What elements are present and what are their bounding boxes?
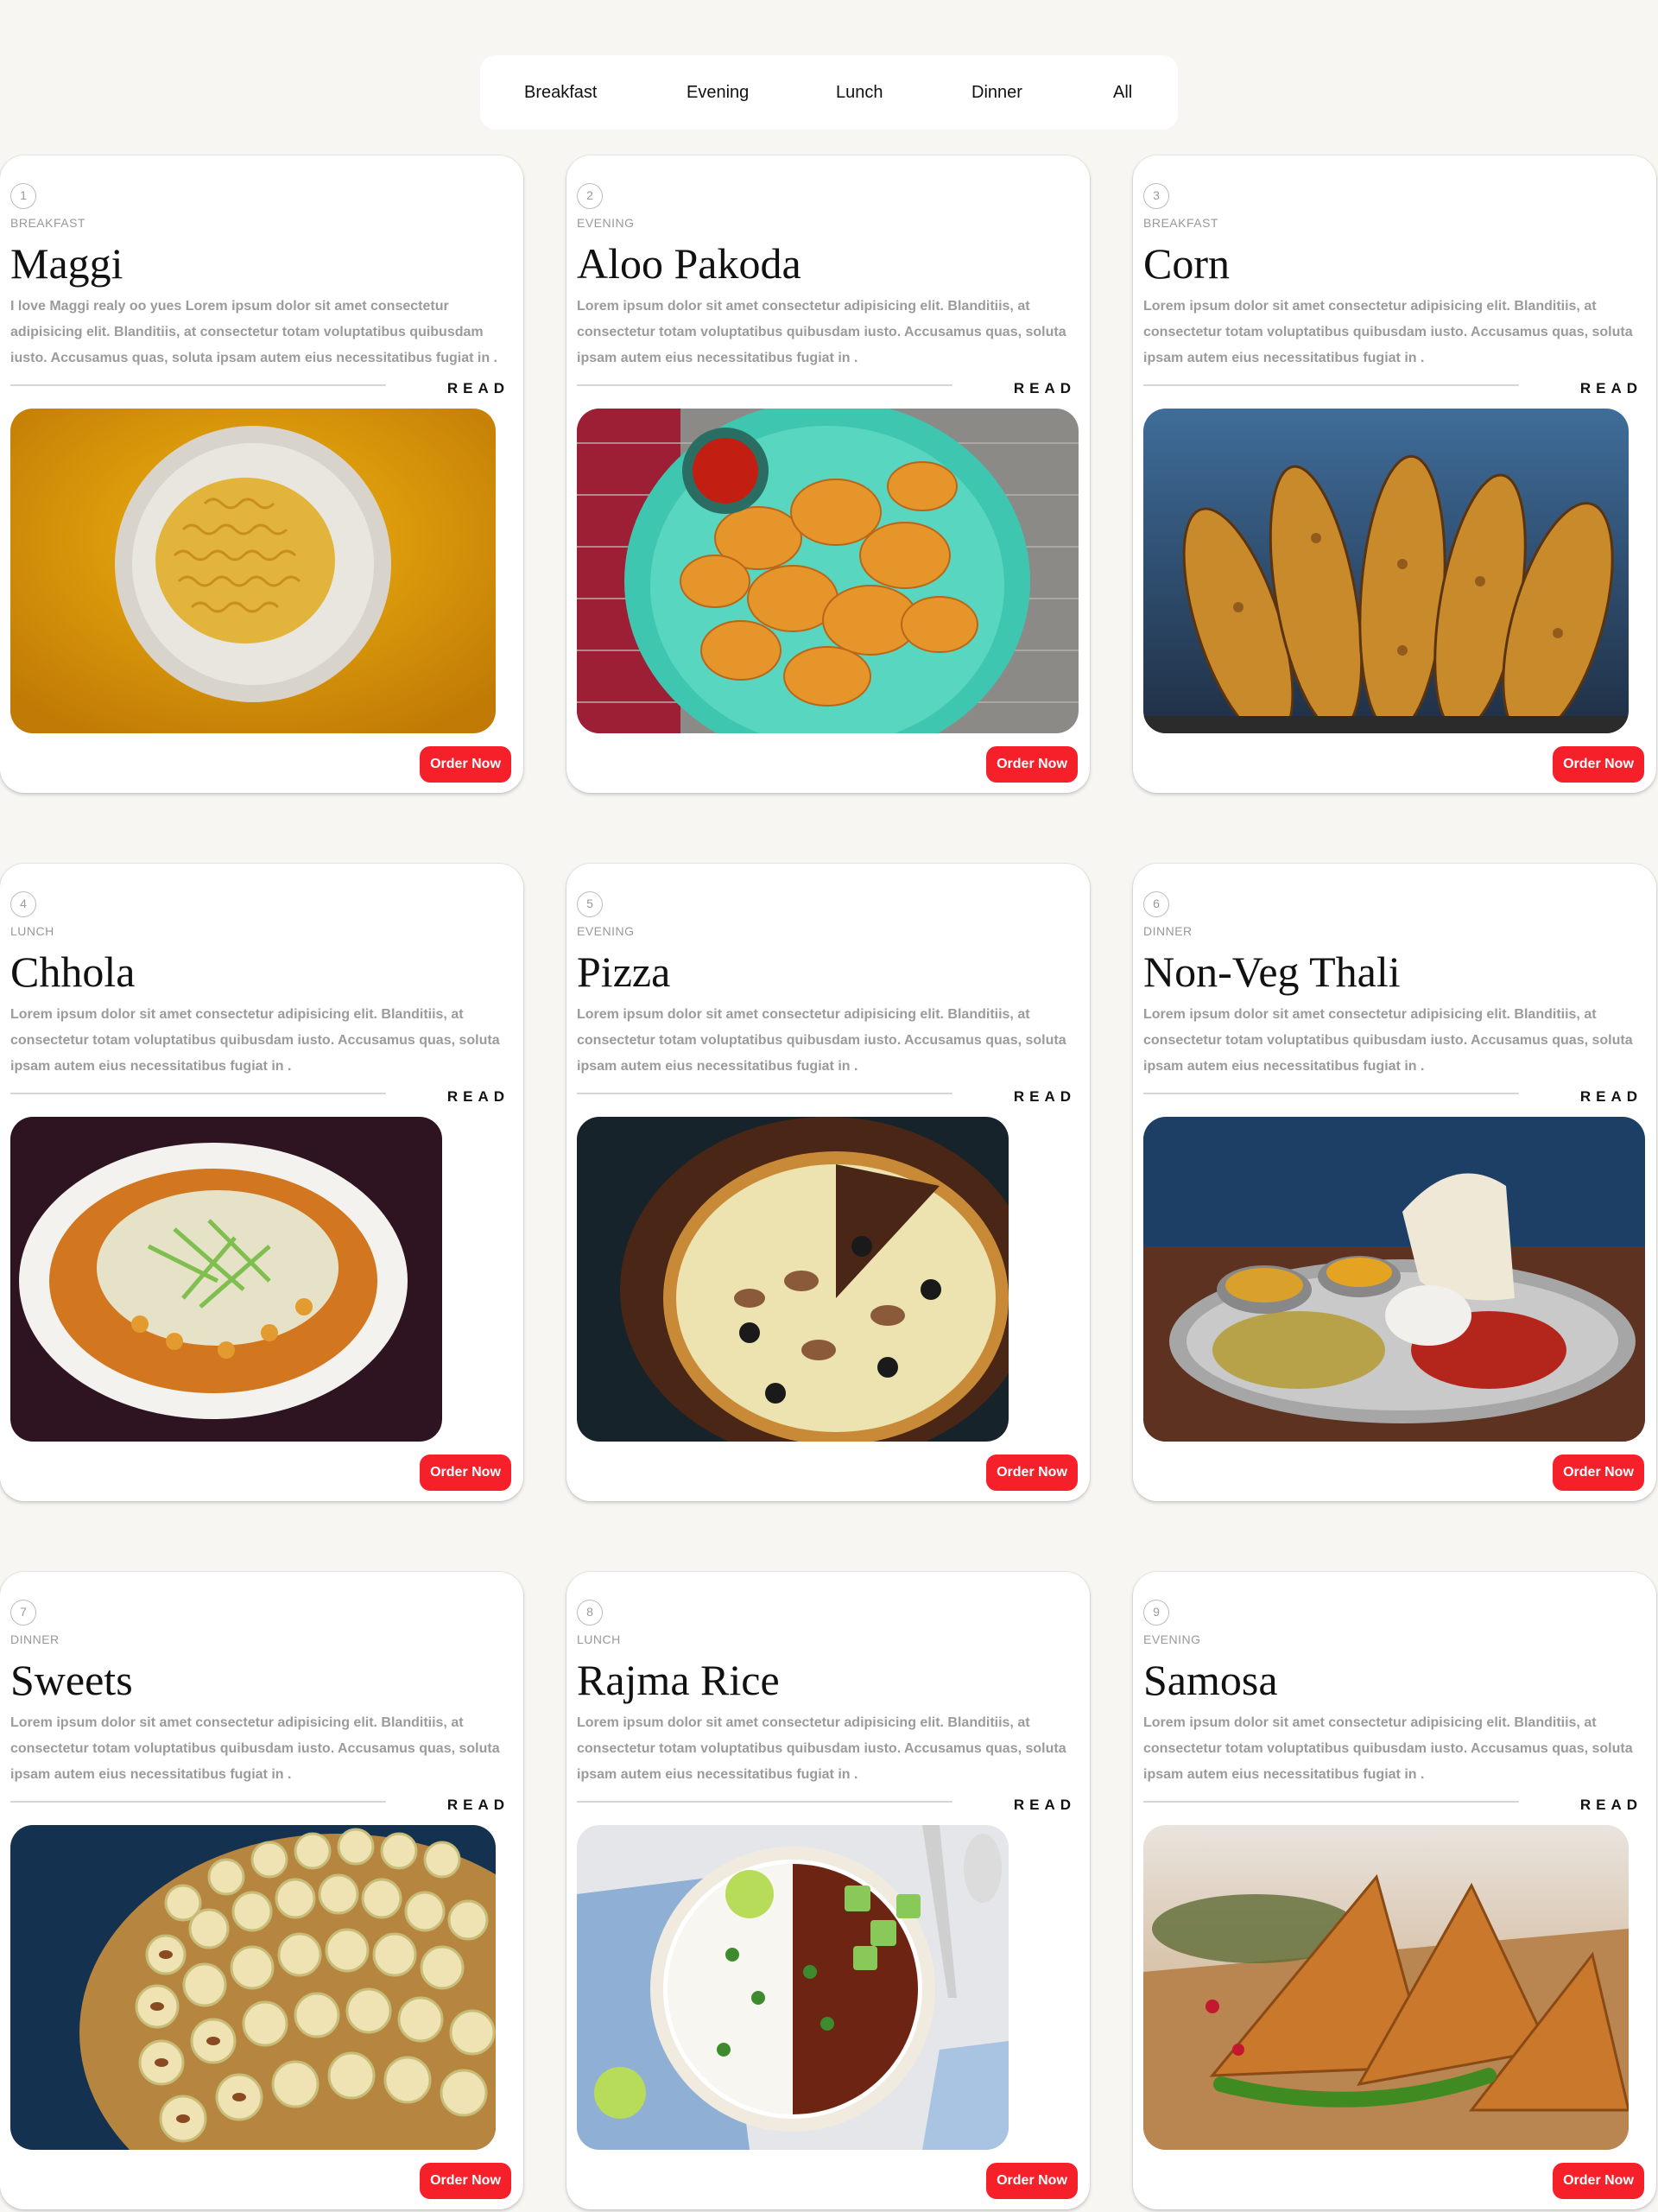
card-number-badge: 5: [577, 891, 603, 917]
card-number-badge: 6: [1143, 891, 1169, 917]
filter-dinner[interactable]: Dinner: [971, 55, 1022, 130]
card-category: LUNCH: [577, 1632, 621, 1646]
filter-evening[interactable]: Evening: [687, 55, 749, 130]
food-card: 6 DINNER Non-Veg Thali Lorem ipsum dolor…: [1133, 864, 1656, 1501]
order-now-button[interactable]: Order Now: [1553, 746, 1644, 783]
read-link[interactable]: READ: [1580, 380, 1642, 397]
food-card: 5 EVENING Pizza Lorem ipsum dolor sit am…: [566, 864, 1090, 1501]
corn-photo: [1143, 409, 1629, 733]
card-description: Lorem ipsum dolor sit amet consectetur a…: [1143, 299, 1633, 365]
card-title: Chhola: [10, 948, 136, 996]
order-now-button[interactable]: Order Now: [1553, 2163, 1644, 2199]
card-divider: [10, 1093, 386, 1094]
samosa-photo: [1143, 1825, 1629, 2150]
card-title: Aloo Pakoda: [577, 239, 801, 288]
card-title: Samosa: [1143, 1656, 1278, 1704]
rajma-rice-photo: [577, 1825, 1009, 2150]
card-category: BREAKFAST: [10, 216, 85, 230]
food-card: 8 LUNCH Rajma Rice Lorem ipsum dolor sit…: [566, 1572, 1090, 2209]
food-card: 4 LUNCH Chhola Lorem ipsum dolor sit ame…: [0, 864, 523, 1501]
card-divider: [1143, 384, 1519, 386]
card-divider: [577, 1801, 952, 1803]
food-card: 9 EVENING Samosa Lorem ipsum dolor sit a…: [1133, 1572, 1656, 2209]
filter-lunch[interactable]: Lunch: [836, 55, 883, 130]
card-title: Pizza: [577, 948, 671, 996]
card-number-badge: 7: [10, 1600, 36, 1626]
card-number-badge: 4: [10, 891, 36, 917]
aloo-pakoda-photo: [577, 409, 1079, 733]
card-divider: [577, 384, 952, 386]
read-link[interactable]: READ: [447, 1088, 509, 1106]
food-card: 1 BREAKFAST Maggi I love Maggi realy oo …: [0, 155, 523, 793]
card-description: I love Maggi realy oo yues Lorem ipsum d…: [10, 299, 497, 365]
read-link[interactable]: READ: [447, 380, 509, 397]
order-now-button[interactable]: Order Now: [986, 1455, 1078, 1491]
card-title: Sweets: [10, 1656, 133, 1704]
card-description: Lorem ipsum dolor sit amet consectetur a…: [1143, 1715, 1633, 1782]
card-number-badge: 8: [577, 1600, 603, 1626]
card-category: EVENING: [577, 924, 635, 938]
card-number-badge: 2: [577, 183, 603, 209]
card-category: EVENING: [577, 216, 635, 230]
card-category: DINNER: [10, 1632, 60, 1646]
card-number-badge: 3: [1143, 183, 1169, 209]
card-title: Corn: [1143, 239, 1230, 288]
food-card: 7 DINNER Sweets Lorem ipsum dolor sit am…: [0, 1572, 523, 2209]
card-divider: [1143, 1801, 1519, 1803]
card-description: Lorem ipsum dolor sit amet consectetur a…: [577, 1715, 1066, 1782]
card-divider: [10, 1801, 386, 1803]
card-category: LUNCH: [10, 924, 54, 938]
card-description: Lorem ipsum dolor sit amet consectetur a…: [10, 1007, 500, 1074]
food-card: 2 EVENING Aloo Pakoda Lorem ipsum dolor …: [566, 155, 1090, 793]
card-category: DINNER: [1143, 924, 1193, 938]
order-now-button[interactable]: Order Now: [986, 746, 1078, 783]
card-title: Maggi: [10, 239, 123, 288]
card-divider: [577, 1093, 952, 1094]
order-now-button[interactable]: Order Now: [420, 1455, 511, 1491]
read-link[interactable]: READ: [1014, 380, 1076, 397]
card-divider: [10, 384, 386, 386]
maggi-photo: [10, 409, 496, 733]
read-link[interactable]: READ: [1580, 1088, 1642, 1106]
order-now-button[interactable]: Order Now: [986, 2163, 1078, 2199]
card-category: EVENING: [1143, 1632, 1201, 1646]
order-now-button[interactable]: Order Now: [420, 2163, 511, 2199]
read-link[interactable]: READ: [1014, 1797, 1076, 1814]
read-link[interactable]: READ: [1580, 1797, 1642, 1814]
card-divider: [1143, 1093, 1519, 1094]
card-category: BREAKFAST: [1143, 216, 1218, 230]
sweets-photo: [10, 1825, 496, 2150]
order-now-button[interactable]: Order Now: [1553, 1455, 1644, 1491]
card-description: Lorem ipsum dolor sit amet consectetur a…: [10, 1715, 500, 1782]
pizza-photo: [577, 1117, 1009, 1442]
filter-breakfast[interactable]: Breakfast: [524, 55, 597, 130]
read-link[interactable]: READ: [1014, 1088, 1076, 1106]
filter-all[interactable]: All: [1113, 55, 1132, 130]
card-description: Lorem ipsum dolor sit amet consectetur a…: [577, 299, 1066, 365]
card-number-badge: 9: [1143, 1600, 1169, 1626]
card-number-badge: 1: [10, 183, 36, 209]
order-now-button[interactable]: Order Now: [420, 746, 511, 783]
read-link[interactable]: READ: [447, 1797, 509, 1814]
card-title: Rajma Rice: [577, 1656, 780, 1704]
non-veg-thali-photo: [1143, 1117, 1645, 1442]
chhola-photo: [10, 1117, 442, 1442]
card-description: Lorem ipsum dolor sit amet consectetur a…: [577, 1007, 1066, 1074]
food-card: 3 BREAKFAST Corn Lorem ipsum dolor sit a…: [1133, 155, 1656, 793]
card-description: Lorem ipsum dolor sit amet consectetur a…: [1143, 1007, 1633, 1074]
card-title: Non-Veg Thali: [1143, 948, 1401, 996]
category-filter-bar: Breakfast Evening Lunch Dinner All: [480, 55, 1178, 130]
